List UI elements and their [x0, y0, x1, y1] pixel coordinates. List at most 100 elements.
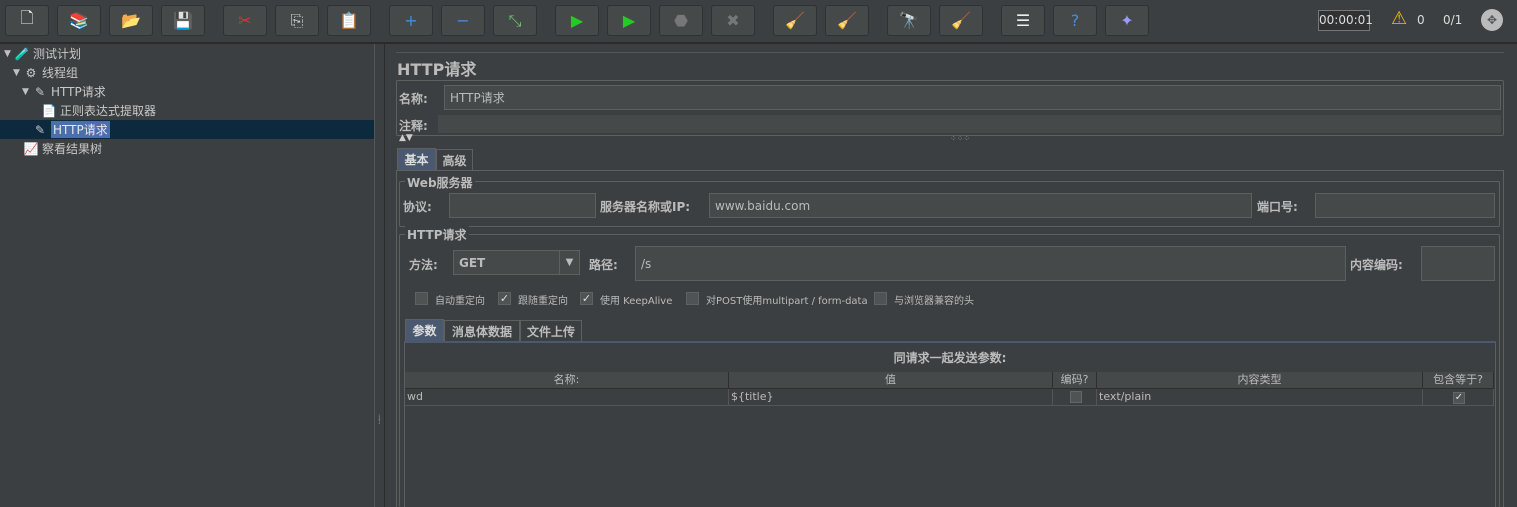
- method-select[interactable]: GET ▼: [453, 250, 580, 275]
- expand-button[interactable]: +: [389, 5, 433, 36]
- paste-icon: 📋: [339, 11, 359, 30]
- name-label: 名称:: [399, 92, 428, 106]
- table-cell-name[interactable]: wd: [405, 389, 729, 406]
- table-cell-content-type[interactable]: text/plain: [1097, 389, 1423, 406]
- warning-icon[interactable]: ⚠: [1391, 8, 1407, 29]
- server-label: 服务器名称或IP:: [600, 200, 691, 214]
- templates-button[interactable]: 📚: [57, 5, 101, 36]
- expand-toggle-icon[interactable]: ▼: [4, 49, 14, 59]
- search-icon: 🔭: [899, 11, 919, 30]
- collapse-arrows[interactable]: ▲▼: [399, 133, 413, 143]
- column-header[interactable]: 内容类型: [1097, 372, 1423, 389]
- clear-button[interactable]: 🧹: [773, 5, 817, 36]
- remote-button[interactable]: ✦: [1105, 5, 1149, 36]
- protocol-input[interactable]: [449, 193, 596, 218]
- tree-item-label: 察看结果树: [42, 142, 103, 156]
- start-no-pause-button[interactable]: ▶: [607, 5, 651, 36]
- open-button[interactable]: 📂: [109, 5, 153, 36]
- test-plan-tree: ▼ 🧪 测试计划 ▼ ⚙ 线程组 ▼ ✎ HTTP请求 📄 正则表达式提取器 ✎ HTTP请求 📈 察看结果…: [0, 44, 375, 507]
- toggle-button[interactable]: ⤡: [493, 5, 537, 36]
- column-header[interactable]: 包含等于?: [1423, 372, 1494, 389]
- tree-node-icon: 🧪: [14, 46, 30, 61]
- tree-node-icon: ✎: [34, 84, 46, 99]
- web-server-legend: Web服务器: [405, 174, 475, 191]
- tree-item[interactable]: ▼ ⚙ 线程组: [0, 63, 374, 82]
- tree-item[interactable]: 📄 正则表达式提取器: [0, 101, 374, 120]
- tab-advanced[interactable]: 高级: [436, 149, 473, 171]
- option-checkbox[interactable]: [686, 292, 699, 305]
- stop-button[interactable]: ⬣: [659, 5, 703, 36]
- shutdown-button[interactable]: ✖: [711, 5, 755, 36]
- new-icon: 🗋: [20, 8, 34, 27]
- save-button[interactable]: 💾: [161, 5, 205, 36]
- expand-toggle-icon[interactable]: ▼: [22, 87, 32, 97]
- page-title: HTTP请求: [397, 60, 477, 79]
- tab-body-data[interactable]: 消息体数据: [444, 320, 520, 342]
- method-value: GET: [459, 255, 486, 270]
- tab-file-upload[interactable]: 文件上传: [520, 320, 582, 342]
- collapse-icon: −: [456, 11, 470, 30]
- comment-label: 注释:: [399, 119, 428, 133]
- remote-icon: ✦: [1120, 11, 1134, 30]
- timer-display: 00:00:01: [1318, 10, 1373, 31]
- copy-button[interactable]: ⎘: [275, 5, 319, 36]
- expand-icon: +: [404, 11, 418, 30]
- reset-search-button[interactable]: 🧹: [939, 5, 983, 36]
- help-button[interactable]: ?: [1053, 5, 1097, 36]
- column-header[interactable]: 值: [729, 372, 1053, 389]
- option-label: 跟随重定向: [518, 296, 568, 307]
- encoding-input[interactable]: [1421, 246, 1495, 281]
- option-checkbox[interactable]: ✓: [580, 292, 593, 305]
- warning-count: 0: [1417, 13, 1425, 27]
- cell-checkbox[interactable]: ✓: [1453, 392, 1465, 404]
- tree-item[interactable]: ▼ ✎ HTTP请求: [0, 82, 374, 101]
- comment-input[interactable]: [438, 115, 1501, 133]
- column-header[interactable]: 编码?: [1053, 372, 1097, 389]
- server-input[interactable]: www.baidu.com: [709, 193, 1252, 218]
- clear-all-button[interactable]: 🧹: [825, 5, 869, 36]
- tree-node-icon: ⚙: [25, 65, 37, 80]
- collapse-button[interactable]: −: [441, 5, 485, 36]
- option-label: 使用 KeepAlive: [600, 296, 673, 307]
- start-button[interactable]: ▶: [555, 5, 599, 36]
- encoding-label: 内容编码:: [1350, 258, 1403, 272]
- log-viewer-icon[interactable]: ✥: [1481, 9, 1503, 31]
- option-label: 自动重定向: [435, 296, 485, 307]
- method-label: 方法:: [409, 258, 438, 272]
- table-cell-encode[interactable]: [1053, 389, 1097, 406]
- open-icon: 📂: [121, 11, 141, 30]
- tree-item[interactable]: ✎ HTTP请求: [0, 120, 374, 139]
- chevron-down-icon[interactable]: ▼: [559, 251, 579, 274]
- shutdown-icon: ✖: [726, 11, 740, 30]
- splitter-handle[interactable]: ⁞ ⁞: [376, 44, 385, 507]
- divider-grip[interactable]: ⁘⁘⁘: [950, 134, 970, 143]
- port-input[interactable]: [1315, 193, 1495, 218]
- tab-parameters[interactable]: 参数: [405, 319, 444, 341]
- copy-icon: ⎘: [290, 10, 304, 30]
- path-label: 路径:: [589, 258, 618, 272]
- paste-button[interactable]: 📋: [327, 5, 371, 36]
- thread-count: 0/1: [1443, 13, 1463, 27]
- table-cell-include-equals[interactable]: ✓: [1423, 389, 1494, 406]
- expand-toggle-icon[interactable]: ▼: [13, 68, 23, 78]
- table-cell-value[interactable]: ${title}: [729, 389, 1053, 406]
- tree-node-icon: 📈: [23, 141, 39, 156]
- option-checkbox[interactable]: [874, 292, 887, 305]
- cell-checkbox[interactable]: [1069, 391, 1082, 403]
- tab-basic[interactable]: 基本: [397, 148, 436, 170]
- tree-item-label: 正则表达式提取器: [60, 104, 157, 118]
- path-input[interactable]: /s: [635, 246, 1346, 281]
- function-helper-button[interactable]: ☰: [1001, 5, 1045, 36]
- column-header[interactable]: 名称:: [405, 372, 729, 389]
- tree-item[interactable]: 📈 察看结果树: [0, 139, 374, 158]
- option-checkbox[interactable]: ✓: [498, 292, 511, 305]
- option-checkbox[interactable]: [415, 292, 428, 305]
- cut-button[interactable]: ✂: [223, 5, 267, 36]
- tree-item[interactable]: ▼ 🧪 测试计划: [0, 44, 374, 63]
- stop-icon: ⬣: [674, 11, 688, 30]
- cut-icon: ✂: [238, 11, 252, 30]
- new-button[interactable]: 🗋: [5, 5, 49, 36]
- search-button[interactable]: 🔭: [887, 5, 931, 36]
- reset-search-icon: 🧹: [951, 11, 971, 30]
- name-input[interactable]: HTTP请求: [444, 85, 1501, 110]
